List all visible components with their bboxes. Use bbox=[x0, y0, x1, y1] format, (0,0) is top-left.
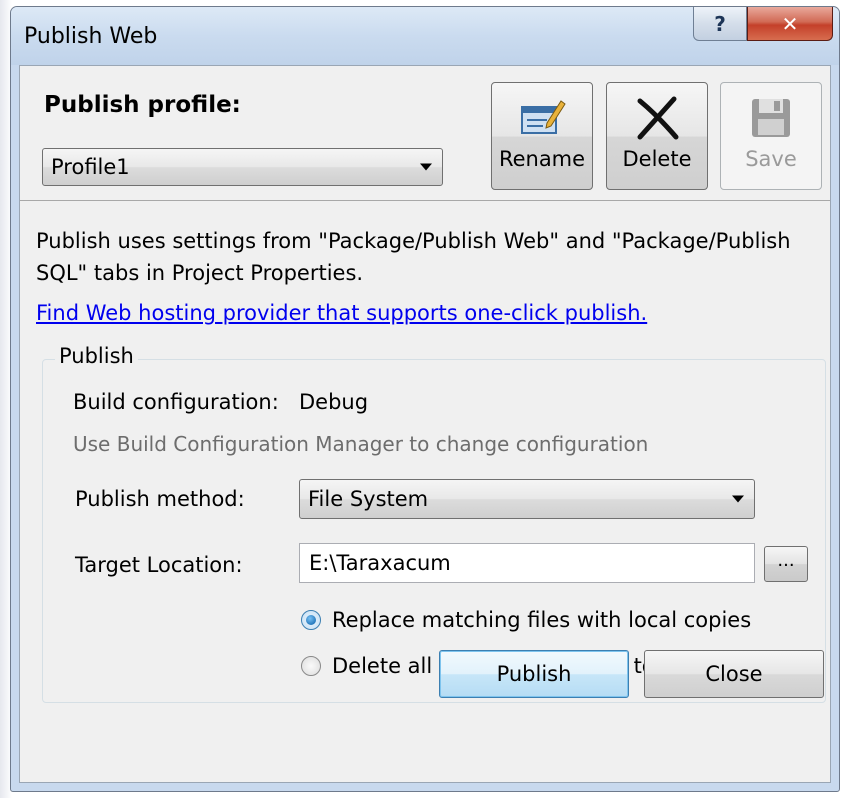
dialog-client-area: Publish profile: Profile1 Rename Delete … bbox=[19, 65, 831, 783]
profile-header: Publish profile: Profile1 Rename Delete … bbox=[20, 66, 830, 201]
publish-method-label: Publish method: bbox=[75, 487, 245, 511]
target-location-label: Target Location: bbox=[75, 553, 243, 577]
target-location-input[interactable]: E:\Taraxacum bbox=[299, 543, 755, 583]
radio-checked-icon bbox=[301, 610, 321, 630]
save-button-label: Save bbox=[745, 147, 797, 171]
publish-group-legend: Publish bbox=[55, 344, 138, 368]
radio-unchecked-icon bbox=[301, 656, 321, 676]
radio-replace-matching[interactable]: Replace matching files with local copies bbox=[301, 608, 751, 632]
delete-button[interactable]: Delete bbox=[606, 82, 708, 190]
chevron-down-icon bbox=[420, 163, 432, 171]
rename-button-label: Rename bbox=[498, 147, 586, 171]
save-disk-icon bbox=[752, 99, 790, 137]
build-configuration-label: Build configuration: bbox=[73, 390, 279, 414]
target-location-value: E:\Taraxacum bbox=[309, 551, 451, 575]
publish-method-dropdown[interactable]: File System bbox=[299, 479, 755, 519]
close-button[interactable]: Close bbox=[644, 650, 824, 698]
window-title: Publish Web bbox=[24, 24, 158, 49]
hosting-provider-link[interactable]: Find Web hosting provider that supports … bbox=[36, 301, 647, 325]
chevron-down-icon bbox=[732, 495, 744, 503]
caption-buttons: ? ✕ bbox=[693, 7, 833, 41]
window-close-button[interactable]: ✕ bbox=[747, 7, 833, 41]
publish-web-dialog: Publish Web ? ✕ Publish profile: Profile… bbox=[10, 6, 840, 792]
rename-button[interactable]: Rename bbox=[491, 82, 593, 190]
publish-description: Publish uses settings from "Package/Publ… bbox=[36, 229, 791, 285]
browse-button[interactable]: ... bbox=[764, 546, 808, 582]
build-configuration-value: Debug bbox=[299, 390, 369, 414]
delete-x-icon bbox=[637, 96, 679, 140]
rename-icon bbox=[521, 100, 566, 134]
publish-profile-label: Publish profile: bbox=[44, 92, 241, 118]
profile-dropdown-value: Profile1 bbox=[51, 155, 130, 179]
help-icon: ? bbox=[714, 11, 726, 36]
help-button[interactable]: ? bbox=[693, 7, 747, 41]
publish-button[interactable]: Publish bbox=[439, 650, 629, 698]
delete-button-label: Delete bbox=[622, 147, 692, 171]
title-bar[interactable]: Publish Web ? ✕ bbox=[11, 7, 839, 65]
publish-method-value: File System bbox=[308, 487, 429, 511]
close-icon: ✕ bbox=[781, 11, 799, 36]
save-button[interactable]: Save bbox=[720, 82, 822, 190]
build-configuration-hint: Use Build Configuration Manager to chang… bbox=[73, 432, 649, 456]
profile-dropdown[interactable]: Profile1 bbox=[42, 148, 443, 186]
radio-replace-label: Replace matching files with local copies bbox=[332, 608, 752, 632]
